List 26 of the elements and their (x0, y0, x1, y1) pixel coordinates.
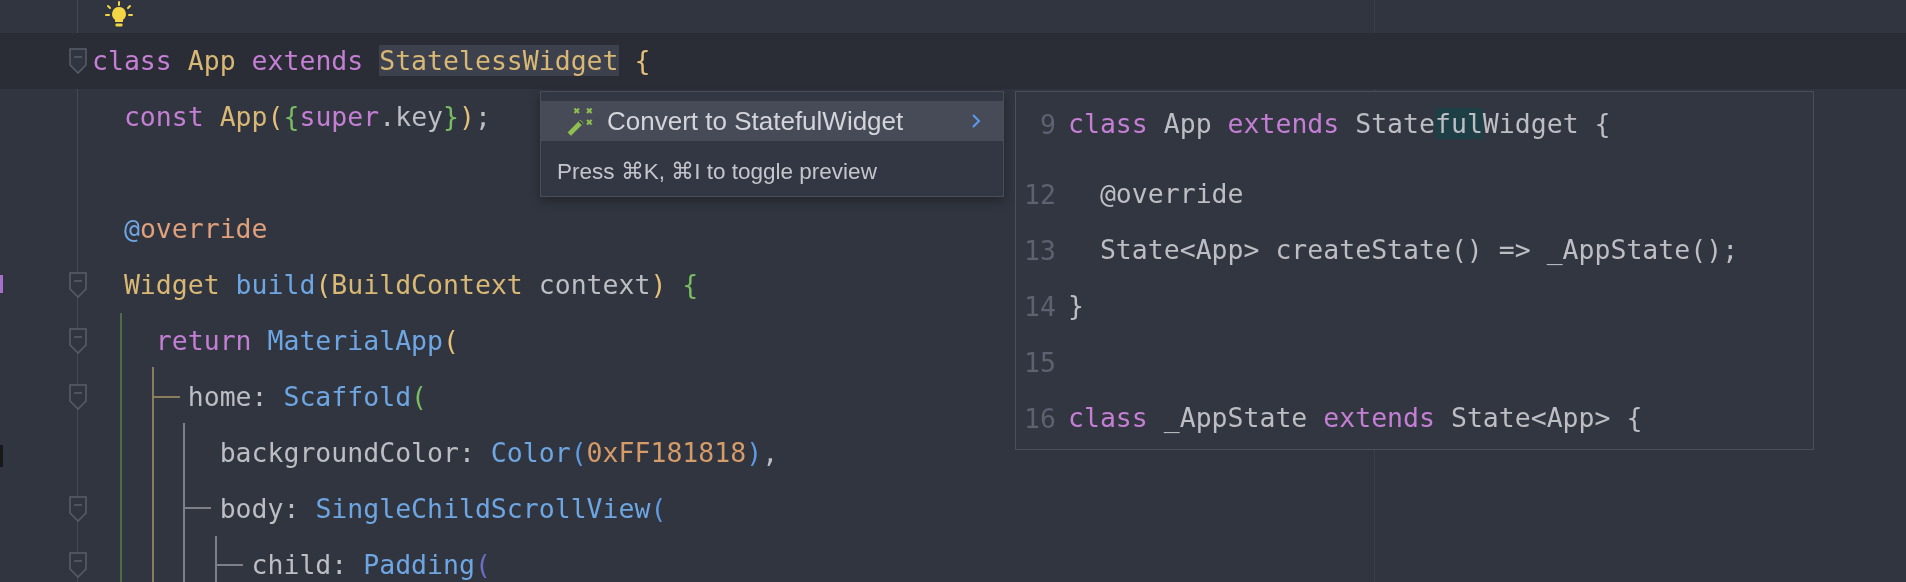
code-line: backgroundColor: Color(0xFF181818), (218, 436, 779, 470)
fold-icon[interactable] (69, 496, 87, 522)
menu-item[interactable]: Convert to StatefulWidget (541, 101, 1003, 141)
code-line: class App extends StatelessWidget { (92, 44, 651, 78)
fold-icon[interactable] (69, 272, 87, 298)
code-line: Widget build(BuildContext context) { (122, 268, 699, 302)
fold-icon[interactable] (69, 384, 87, 410)
code-line: @override (1098, 177, 1244, 211)
code-line: child: Padding( (250, 548, 491, 582)
gutter-marker (0, 275, 3, 293)
code-line: @override (122, 212, 268, 246)
fold-icon[interactable] (69, 328, 87, 354)
chevron-right-icon (971, 114, 981, 128)
code-line: State<App> createState() => _AppState(); (1098, 233, 1739, 267)
code-line: home: Scaffold( (186, 380, 428, 414)
code-line: class _AppState extends State<App> { (1068, 401, 1643, 435)
lightbulb-icon[interactable] (105, 1, 133, 29)
code-line: body: SingleChildScrollView( (218, 492, 667, 526)
code-line: return MaterialApp( (154, 324, 459, 358)
code-line: } (1068, 289, 1084, 323)
hint-text: Press ⌘K, ⌘I to toggle preview (557, 158, 878, 185)
fold-icon[interactable] (69, 552, 87, 578)
gutter-marker (0, 445, 3, 467)
fold-icon[interactable] (69, 48, 87, 74)
code-line: const App({super.key}); (122, 100, 491, 134)
code-line: class App extends StatefulWidget { (1068, 107, 1611, 141)
